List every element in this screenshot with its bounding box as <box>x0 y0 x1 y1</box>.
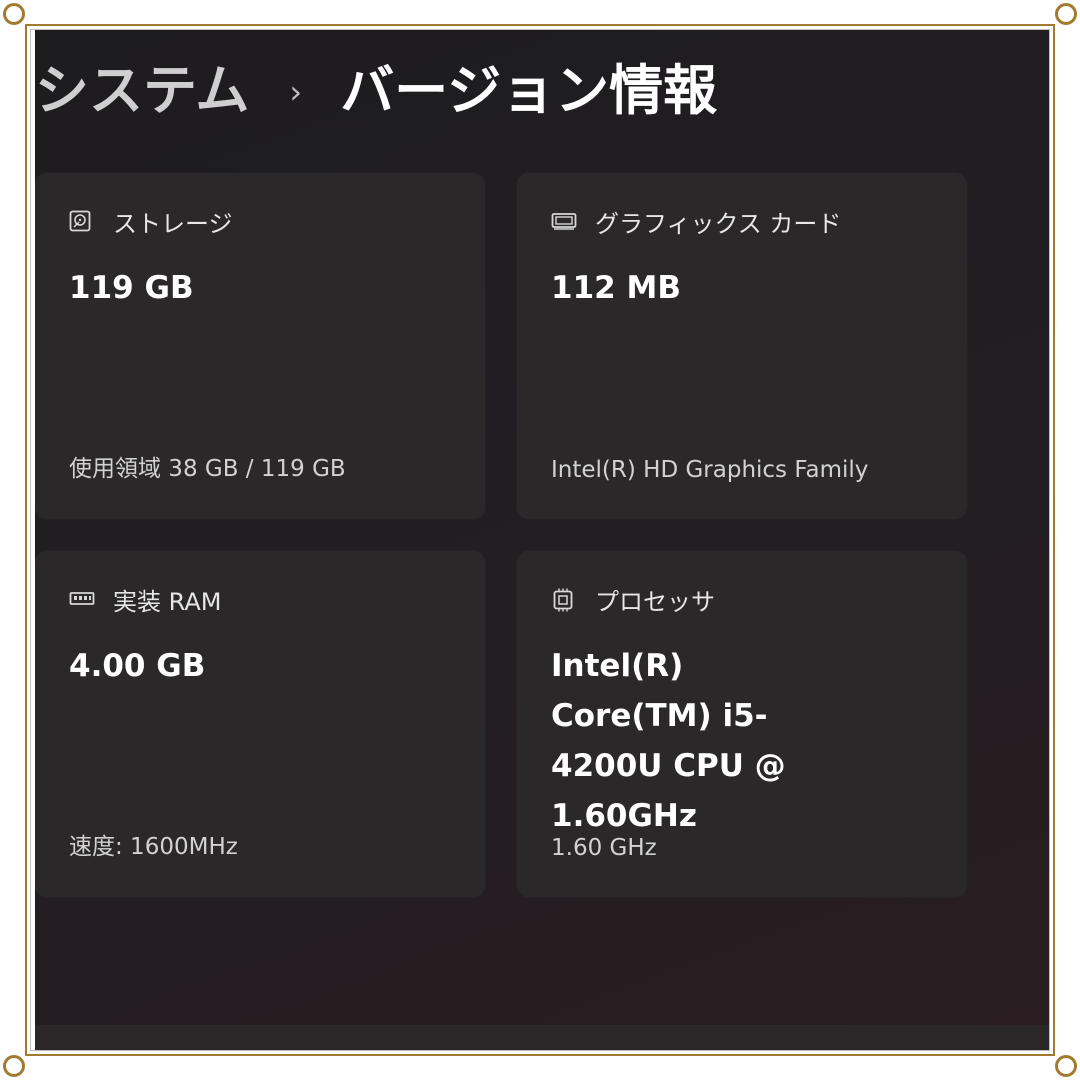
ram-card-label: 実装 RAM <box>113 587 222 616</box>
ram-card[interactable]: 実装 RAM 4.00 GB 速度: 1600MHz <box>35 551 485 897</box>
storage-card-label: ストレージ <box>113 209 233 238</box>
storage-card-header: ストレージ <box>69 201 233 241</box>
breadcrumb: システム › バージョン情報 <box>35 51 717 131</box>
processor-card[interactable]: プロセッサ Intel(R) Core(TM) i5-4200U CPU @ 1… <box>517 551 967 897</box>
hard-drive-icon <box>69 210 91 232</box>
storage-card[interactable]: ストレージ 119 GB 使用領域 38 GB / 119 GB <box>35 173 485 519</box>
frame-corner-ornament <box>3 1055 25 1077</box>
decorative-frame: システム › バージョン情報 ストレージ 119 GB 使用領域 38 GB / 1… <box>25 24 1055 1056</box>
processor-detail: 1.60 GHz <box>551 835 657 861</box>
ram-detail: 速度: 1600MHz <box>69 834 238 860</box>
graphics-card[interactable]: グラフィックス カード 112 MB Intel(R) HD Graphics … <box>517 173 967 519</box>
frame-corner-ornament <box>3 3 25 25</box>
breadcrumb-parent-link[interactable]: システム <box>35 59 249 122</box>
frame-corner-ornament <box>1055 1055 1077 1077</box>
processor-card-header: プロセッサ <box>551 579 715 619</box>
ram-card-header: 実装 RAM <box>69 579 221 619</box>
processor-value: Intel(R) Core(TM) i5-4200U CPU @ 1.60GHz <box>551 648 786 834</box>
display-adapter-icon <box>551 210 577 232</box>
ram-value: 4.00 GB <box>69 648 206 684</box>
graphics-card-header: グラフィックス カード <box>551 201 841 241</box>
processor-card-label: プロセッサ <box>595 587 715 616</box>
chevron-right-icon: › <box>289 73 303 111</box>
storage-value: 119 GB <box>69 270 194 306</box>
graphics-card-label: グラフィックス カード <box>595 209 842 238</box>
bottom-strip <box>35 1025 1050 1051</box>
memory-module-icon <box>69 588 95 610</box>
graphics-detail: Intel(R) HD Graphics Family <box>551 457 869 483</box>
graphics-value: 112 MB <box>551 270 681 306</box>
frame-corner-ornament <box>1055 3 1077 25</box>
storage-detail: 使用領域 38 GB / 119 GB <box>69 456 346 482</box>
page-title: バージョン情報 <box>340 59 718 122</box>
settings-window: システム › バージョン情報 ストレージ 119 GB 使用領域 38 GB / 1… <box>35 29 1050 1051</box>
processor-chip-icon <box>551 588 573 612</box>
